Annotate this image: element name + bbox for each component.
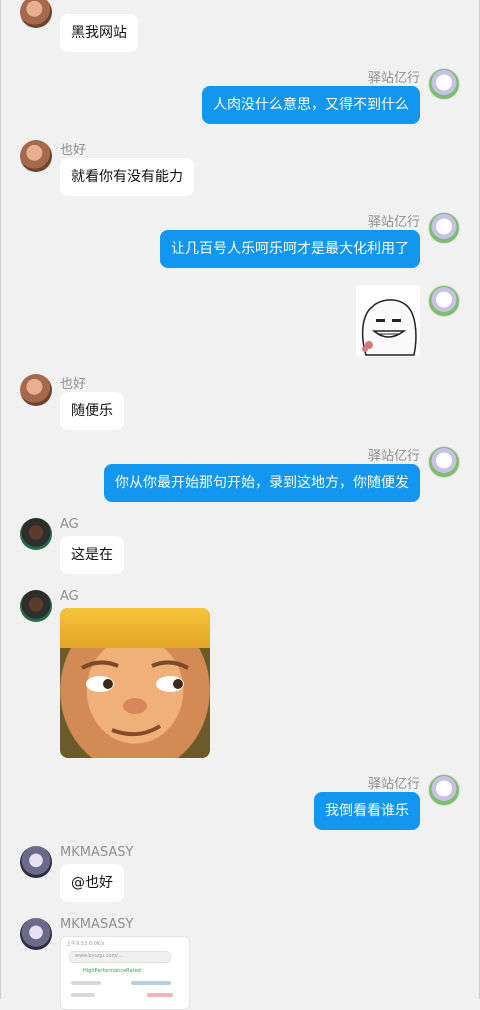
message-bubble[interactable]: 这是在	[60, 536, 124, 574]
smirking-boy-face-sticker[interactable]	[60, 608, 210, 758]
status-time: 上午9:53 0.0K/s	[66, 941, 105, 947]
message-bubble[interactable]: 让几百号人乐呵乐呵才是最大化利用了	[160, 230, 420, 268]
avatar[interactable]	[428, 285, 460, 317]
sender-name: 驿站亿行	[367, 777, 420, 792]
message-bubble[interactable]: @也好	[60, 864, 124, 902]
page-title: HighPerformanceRated	[83, 968, 141, 974]
avatar[interactable]	[428, 68, 460, 100]
avatar[interactable]	[428, 212, 460, 244]
text-line	[71, 981, 101, 985]
grinning-ghost-sticker[interactable]	[356, 285, 420, 357]
sender-name: 也好	[60, 143, 87, 158]
avatar[interactable]	[20, 918, 52, 950]
sender-name: 驿站亿行	[367, 449, 420, 464]
url-text: www.bvuqu.com/...	[75, 953, 123, 959]
sender-name: AG	[60, 589, 79, 604]
message-bubble[interactable]: 你从你最开始那句开始，录到这地方，你随便发	[104, 464, 420, 502]
message-bubble[interactable]: 我倒看看谁乐	[314, 792, 420, 830]
message-bubble[interactable]: 黑我网站	[60, 14, 138, 52]
sender-name: 驿站亿行	[367, 71, 420, 86]
avatar[interactable]	[20, 590, 52, 622]
text-line	[71, 993, 95, 997]
grinning-ghost-icon	[361, 299, 417, 356]
face-features-icon	[81, 660, 189, 737]
avatar[interactable]	[428, 774, 460, 806]
sender-name: 也好	[60, 377, 87, 392]
message-bubble[interactable]: 随便乐	[60, 392, 124, 430]
text-line	[147, 993, 173, 997]
avatar[interactable]	[428, 446, 460, 478]
avatar[interactable]	[20, 140, 52, 172]
message-bubble[interactable]: 人肉没什么意思，又得不到什么	[202, 86, 420, 124]
sender-name: MKMASASY	[60, 917, 134, 932]
sender-name: MKMASASY	[60, 845, 134, 860]
avatar[interactable]	[20, 374, 52, 406]
avatar[interactable]	[20, 846, 52, 878]
avatar[interactable]	[20, 518, 52, 550]
sender-name: AG	[60, 517, 79, 532]
message-bubble[interactable]: 就看你有没有能力	[60, 158, 194, 196]
sender-name: 驿站亿行	[367, 215, 420, 230]
text-line	[131, 981, 171, 985]
